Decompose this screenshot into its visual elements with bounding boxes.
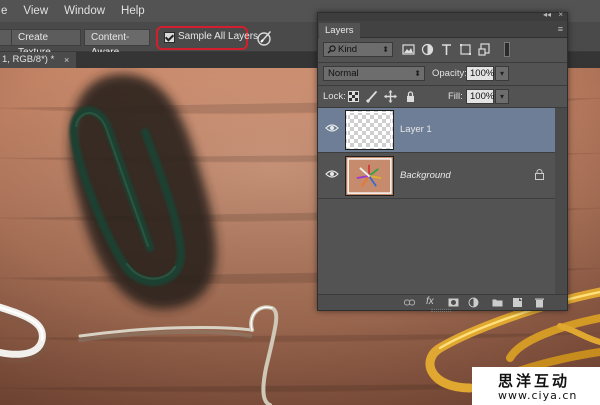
watermark: 思洋互动 www.ciya.cn [472, 367, 600, 405]
layer-locked-icon [535, 169, 544, 180]
create-texture-button[interactable]: Create Texture [11, 29, 81, 58]
filter-toggle-switch[interactable] [504, 42, 510, 57]
close-document-icon[interactable]: × [64, 52, 69, 68]
sample-all-layers-label[interactable]: Sample All Layers [178, 31, 258, 42]
tab-layers[interactable]: Layers [319, 23, 360, 38]
filter-row: Kind ⬍ [318, 39, 567, 61]
lock-all-icon[interactable] [404, 90, 417, 103]
panel-title-bar[interactable]: ◂◂ × [318, 10, 567, 21]
fill-input[interactable]: 100% [466, 89, 494, 104]
panel-footer: fx [318, 294, 567, 310]
lock-label: Lock: [323, 91, 346, 102]
visibility-eye-icon[interactable] [325, 123, 339, 133]
menu-edit[interactable]: e [0, 0, 15, 22]
panel-tab-bar: Layers ≡ [318, 21, 567, 38]
adjustment-layer-icon[interactable] [468, 297, 479, 308]
panel-resize-grip[interactable] [431, 309, 451, 312]
blend-mode-value: Normal [328, 68, 359, 79]
layer-name: Layer 1 [400, 124, 432, 135]
menu-window[interactable]: Window [56, 0, 113, 22]
add-mask-icon[interactable] [448, 297, 459, 308]
document-tab-label: 1, RGB/8*) * [2, 54, 55, 65]
fill-label: Fill: [448, 91, 463, 102]
background-thumbnail-icon [345, 156, 394, 196]
fx-icon[interactable]: fx [426, 296, 434, 307]
smart-object-filter-icon[interactable] [478, 43, 491, 56]
sample-all-layers-checkbox[interactable] [164, 32, 175, 43]
watermark-line-2: www.ciya.cn [498, 389, 578, 402]
layers-panel: ◂◂ × Layers ≡ Kind ⬍ Normal ⬍ Opacity: 1… [317, 10, 568, 312]
lock-position-icon[interactable] [384, 90, 397, 103]
link-layers-icon[interactable] [404, 297, 415, 308]
pressure-brush-icon[interactable] [256, 29, 274, 47]
layer-thumbnail [345, 110, 394, 150]
watermark-line-1: 思洋互动 [498, 372, 571, 390]
filter-kind-value: Kind [338, 44, 358, 55]
lock-transparent-pixels-icon[interactable] [348, 91, 359, 102]
search-icon [327, 45, 336, 54]
menu-view[interactable]: View [15, 0, 56, 22]
opacity-dropdown-button[interactable]: ▾ [495, 66, 509, 81]
type-filter-icon[interactable] [440, 43, 453, 56]
close-panel-icon[interactable]: × [558, 10, 563, 19]
menu-help[interactable]: Help [113, 0, 153, 22]
content-aware-button[interactable]: Content-Aware [84, 29, 150, 58]
layer-row-background[interactable]: Background [318, 154, 555, 199]
fill-dropdown-button[interactable]: ▾ [495, 89, 509, 104]
opacity-label: Opacity: [432, 68, 467, 79]
delete-layer-icon[interactable] [534, 297, 545, 308]
layers-scrollbar[interactable] [555, 108, 567, 294]
layer-row-layer-1[interactable]: Layer 1 [318, 108, 555, 153]
document-tab[interactable]: 1, RGB/8*) * × [0, 52, 76, 68]
blend-row: Normal ⬍ Opacity: 100% ▾ [318, 64, 567, 84]
blend-mode-select[interactable]: Normal ⬍ [323, 66, 425, 81]
layer-name: Background [400, 170, 451, 181]
new-layer-icon[interactable] [512, 297, 523, 308]
image-filter-icon[interactable] [402, 43, 415, 56]
collapse-panel-icon[interactable]: ◂◂ [543, 10, 551, 19]
adjustment-filter-icon[interactable] [421, 43, 434, 56]
filter-kind-select[interactable]: Kind ⬍ [323, 42, 393, 57]
lock-image-pixels-icon[interactable] [366, 90, 379, 103]
sample-all-layers-highlight: Sample All Layers [156, 26, 258, 50]
lock-row: Lock: Fill: 100% ▾ [318, 87, 567, 107]
visibility-eye-icon[interactable] [325, 169, 339, 179]
new-group-icon[interactable] [492, 297, 503, 308]
opacity-input[interactable]: 100% [466, 66, 494, 81]
panel-menu-icon[interactable]: ≡ [558, 24, 563, 34]
shape-filter-icon[interactable] [459, 43, 472, 56]
